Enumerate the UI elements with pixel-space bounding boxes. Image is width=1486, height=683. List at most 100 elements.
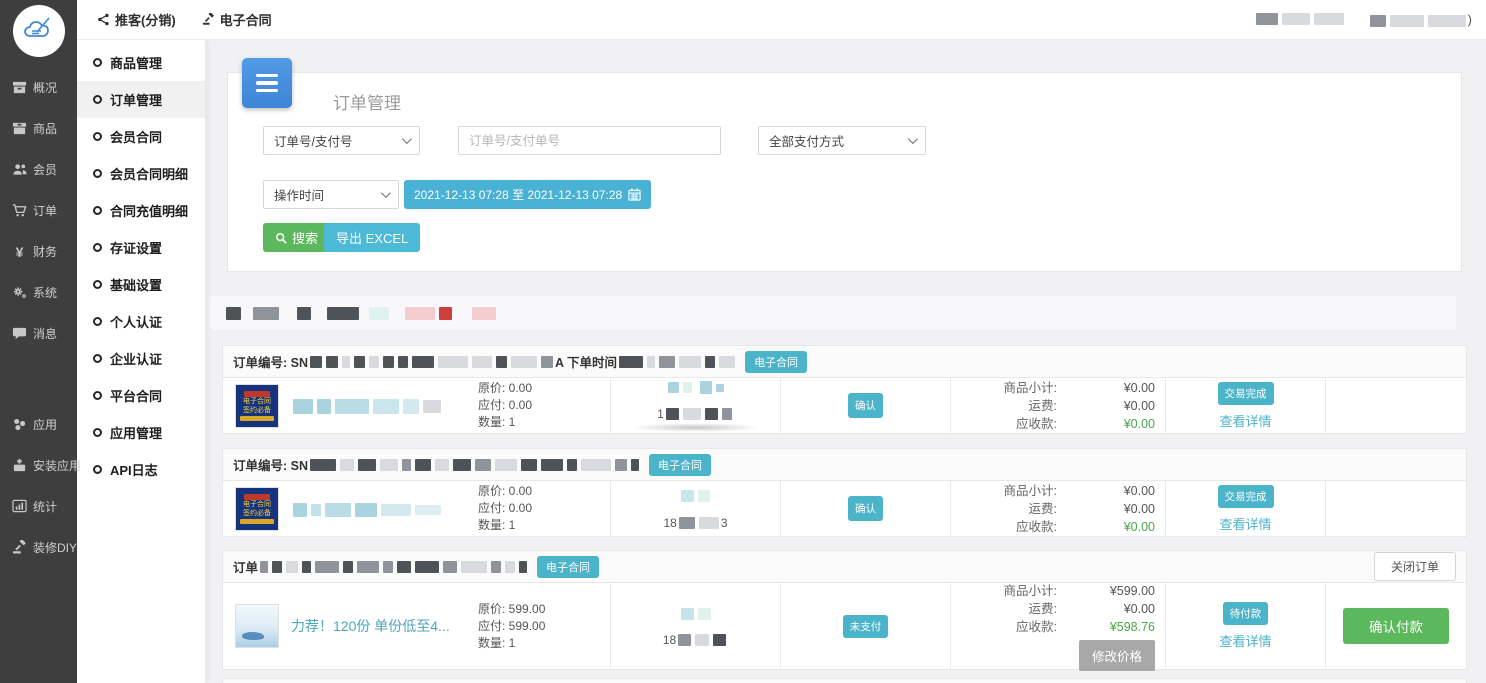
order-number-input[interactable] <box>458 126 721 155</box>
subnav-label: 企业认证 <box>110 349 162 368</box>
pay-method-select[interactable]: 全部支付方式 <box>758 126 926 155</box>
product-name-link[interactable]: 力荐！120份 单份低至4... <box>291 618 450 634</box>
confirm-cell: 确认 <box>781 378 951 433</box>
product-name[interactable]: 力荐！120份 单份低至4... <box>279 616 478 636</box>
shipping-label: 运费: <box>977 397 1057 415</box>
sidebar-item-system[interactable]: 系统 <box>0 272 77 313</box>
goods-icon <box>11 121 28 136</box>
redacted-order-number <box>308 458 641 472</box>
subnav-item-enterprise-auth[interactable]: 企业认证 <box>77 340 205 377</box>
bullet-icon <box>93 132 102 141</box>
search-type-select[interactable]: 订单号/支付号 <box>263 126 420 155</box>
subnav-item-member-contract-detail[interactable]: 会员合同明细 <box>77 155 205 192</box>
subnav-item-goods-mgmt[interactable]: 商品管理 <box>77 44 205 81</box>
yen-icon: ¥ <box>11 244 28 260</box>
redacted-user-block: ) <box>1368 12 1472 27</box>
main-content: 订单管理 订单号/支付号 全部支付方式 操作时间 2021-12-13 07:2… <box>205 40 1486 683</box>
sidebar-item-install-apps[interactable]: 安装应用 <box>0 445 77 486</box>
bullet-icon <box>93 317 102 326</box>
subnav-item-contract-recharge-detail[interactable]: 合同充值明细 <box>77 192 205 229</box>
order-number-label: 订单 <box>233 557 258 576</box>
confirm-button[interactable]: 确认 <box>848 393 883 418</box>
order-card: 订单编号: SN 电子合同 电子合同 签约必备 原价: 0. <box>222 448 1467 537</box>
original-price: 原价: 599.00 <box>478 601 604 618</box>
close-order-button[interactable]: 关闭订单 <box>1374 552 1456 581</box>
subnav-item-personal-auth[interactable]: 个人认证 <box>77 303 205 340</box>
order-number-label: 订单编号: SN <box>233 455 308 474</box>
sidebar-item-members[interactable]: 会员 <box>0 149 77 190</box>
redacted-tab <box>226 307 241 320</box>
bullet-icon <box>93 58 102 67</box>
view-detail-link[interactable]: 查看详情 <box>1219 411 1271 430</box>
product-thumbnail[interactable]: 电子合同 签约必备 <box>235 487 279 531</box>
subnav-item-order-mgmt[interactable]: 订单管理 <box>77 81 205 118</box>
sidebar-item-decorate-diy[interactable]: 装修DIY <box>0 527 77 568</box>
order-header: 订单编号: SN 电子合同 <box>223 449 1466 481</box>
confirm-button[interactable]: 确认 <box>848 496 883 521</box>
action-cell <box>1326 481 1466 536</box>
product-thumbnail[interactable] <box>235 604 279 648</box>
app-logo[interactable] <box>13 5 65 57</box>
search-button-label: 搜索 <box>292 228 318 247</box>
subnav-item-app-mgmt[interactable]: 应用管理 <box>77 414 205 451</box>
sidebar-item-apps[interactable]: 应用 <box>0 404 77 445</box>
sidebar-item-overview[interactable]: 概况 <box>0 67 77 108</box>
order-management-page: 概况 商品 会员 订单 ¥ 财务 系统 消息 应用 <box>0 0 1486 683</box>
order-status-tabs[interactable] <box>210 296 1456 330</box>
time-type-select[interactable]: 操作时间 <box>263 180 399 209</box>
subnav-item-api-log[interactable]: API日志 <box>77 451 205 488</box>
top-menu-item-econtract[interactable]: 电子合同 <box>202 10 272 29</box>
econtract-tag: 电子合同 <box>537 556 599 578</box>
cloud-signature-icon <box>22 14 56 48</box>
subnav-label: 存证设置 <box>110 238 162 257</box>
chevron-down-icon <box>402 134 412 144</box>
quantity: 数量: 1 <box>478 635 604 652</box>
product-thumbnail[interactable]: 电子合同 签约必备 <box>235 384 279 428</box>
top-menu-item-distribution[interactable]: 推客(分销) <box>97 10 176 29</box>
top-bar: 推客(分销) 电子合同 ) <box>77 0 1486 40</box>
sidebar-item-goods[interactable]: 商品 <box>0 108 77 149</box>
buyer-phone: 18 <box>663 633 728 647</box>
members-icon <box>11 162 28 177</box>
order-card-partial <box>222 678 1467 683</box>
subnav-item-basic-settings[interactable]: 基础设置 <box>77 266 205 303</box>
status-badge: 交易完成 <box>1218 382 1274 405</box>
subnav-item-member-contract[interactable]: 会员合同 <box>77 118 205 155</box>
thumb-ribbon <box>244 391 270 397</box>
view-detail-link[interactable]: 查看详情 <box>1219 631 1271 650</box>
payable-price: 应付: 0.00 <box>478 397 604 414</box>
thumb-bar <box>240 416 274 421</box>
subnav-label: 合同充值明细 <box>110 201 188 220</box>
unpaid-badge: 未支付 <box>843 615 889 638</box>
buyer-phone: 18 3 <box>663 516 727 530</box>
share-icon <box>97 13 110 26</box>
top-menu: 推客(分销) 电子合同 <box>77 10 272 29</box>
view-detail-link[interactable]: 查看详情 <box>1219 514 1271 533</box>
sidebar-spacer <box>0 354 77 404</box>
subnav-item-evidence-settings[interactable]: 存证设置 <box>77 229 205 266</box>
product-name-redacted[interactable] <box>279 500 478 516</box>
bar-chart-icon <box>11 499 28 514</box>
confirm-payment-button[interactable]: 确认付款 <box>1343 608 1449 644</box>
collapse-menu-button[interactable] <box>242 58 292 108</box>
install-icon <box>11 458 28 473</box>
export-excel-button[interactable]: 导出 EXCEL <box>324 223 420 252</box>
sidebar-item-statistics[interactable]: 统计 <box>0 486 77 527</box>
sidebar-item-orders[interactable]: 订单 <box>0 190 77 231</box>
sidebar-item-messages[interactable]: 消息 <box>0 313 77 354</box>
order-body: 电子合同 签约必备 原价: 0.00 应付: 0.00 数量: 1 <box>223 481 1466 536</box>
sidebar-item-finance[interactable]: ¥ 财务 <box>0 231 77 272</box>
gavel-icon <box>202 13 215 26</box>
subtotal-value: ¥599.00 <box>1057 582 1155 600</box>
top-right-account[interactable]: ) <box>1254 11 1486 29</box>
subtotal-value: ¥0.00 <box>1057 379 1155 397</box>
product-name-redacted[interactable] <box>279 397 478 414</box>
status-badge: 交易完成 <box>1218 485 1274 508</box>
paren-text: ) <box>1468 12 1472 27</box>
subnav-item-platform-contract[interactable]: 平台合同 <box>77 377 205 414</box>
thumb-text: 签约必备 <box>243 510 271 518</box>
date-range-button[interactable]: 2021-12-13 07:28 至 2021-12-13 07:28 <box>404 180 651 209</box>
sidebar-item-label: 安装应用 <box>33 457 81 474</box>
search-button[interactable]: 搜索 <box>263 223 330 252</box>
modify-price-button[interactable]: 修改价格 <box>1079 640 1155 671</box>
